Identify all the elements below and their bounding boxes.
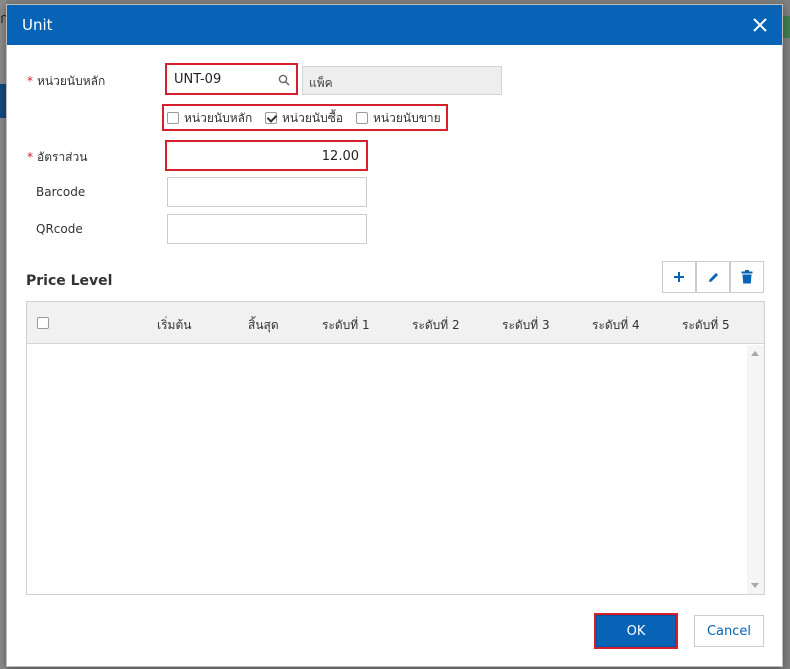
unit-dialog: Unit * หน่วยนับหลัก UNT-09 แพ็ค หน่วยนับห… (6, 4, 783, 667)
unit-type-options: หน่วยนับหลัก หน่วยนับซื้อ หน่วยนับขาย (167, 105, 447, 131)
checkbox-purchase-unit-box[interactable] (265, 112, 277, 124)
background-action-strip (782, 16, 790, 38)
checkbox-sales-unit-label: หน่วยนับขาย (373, 110, 441, 125)
checkbox-main-unit[interactable]: หน่วยนับหลัก (167, 105, 252, 131)
cancel-button[interactable]: Cancel (694, 615, 764, 647)
col-level-5[interactable]: ระดับที่ 5 (682, 316, 730, 335)
barcode-label: Barcode (36, 185, 86, 199)
trash-icon (741, 270, 753, 284)
pencil-icon (708, 272, 718, 282)
price-level-title: Price Level (26, 273, 113, 289)
qrcode-input[interactable] (167, 214, 367, 244)
price-level-table-header: เริ่มต้น สิ้นสุด ระดับที่ 1 ระดับที่ 2 ร… (27, 302, 764, 344)
col-level-3[interactable]: ระดับที่ 3 (502, 316, 550, 335)
close-button[interactable] (750, 15, 770, 35)
col-level-1[interactable]: ระดับที่ 1 (322, 316, 370, 335)
col-end[interactable]: สิ้นสุด (248, 316, 279, 335)
col-level-4[interactable]: ระดับที่ 4 (592, 316, 640, 335)
table-scrollbar[interactable] (747, 345, 764, 594)
search-icon[interactable] (278, 74, 290, 86)
scroll-up-icon[interactable] (751, 351, 759, 356)
ratio-input[interactable]: 12.00 (167, 142, 366, 169)
checkbox-purchase-unit[interactable]: หน่วยนับซื้อ (265, 105, 343, 131)
col-start[interactable]: เริ่มต้น (157, 316, 191, 335)
ratio-label: * อัตราส่วน (27, 150, 88, 164)
edit-price-level-button[interactable] (696, 261, 730, 293)
required-marker: * (27, 74, 33, 88)
required-marker: * (27, 150, 33, 164)
checkbox-sales-unit-box[interactable] (356, 112, 368, 124)
main-unit-name-value: แพ็ค (309, 76, 333, 90)
price-level-table: เริ่มต้น สิ้นสุด ระดับที่ 1 ระดับที่ 2 ร… (26, 301, 765, 595)
main-unit-code-value: UNT-09 (174, 72, 222, 87)
barcode-input[interactable] (167, 177, 367, 207)
dialog-title: Unit (22, 16, 53, 34)
close-icon (753, 18, 767, 32)
checkbox-purchase-unit-label: หน่วยนับซื้อ (282, 110, 344, 125)
main-unit-code-field[interactable]: UNT-09 (167, 65, 296, 93)
delete-price-level-button[interactable] (730, 261, 764, 293)
main-unit-name-field: แพ็ค (302, 66, 502, 95)
select-all-checkbox[interactable] (37, 317, 49, 329)
checkbox-sales-unit[interactable]: หน่วยนับขาย (356, 105, 441, 131)
ok-button[interactable]: OK (596, 615, 676, 647)
main-unit-label: * หน่วยนับหลัก (27, 74, 106, 88)
ratio-value: 12.00 (321, 149, 359, 164)
scroll-down-icon[interactable] (751, 583, 759, 588)
checkbox-main-unit-box[interactable] (167, 112, 179, 124)
plus-icon (674, 272, 684, 282)
qrcode-label: QRcode (36, 222, 83, 236)
col-level-2[interactable]: ระดับที่ 2 (412, 316, 460, 335)
dialog-titlebar: Unit (7, 5, 782, 45)
checkbox-main-unit-label: หน่วยนับหลัก (184, 110, 253, 125)
add-price-level-button[interactable] (662, 261, 696, 293)
